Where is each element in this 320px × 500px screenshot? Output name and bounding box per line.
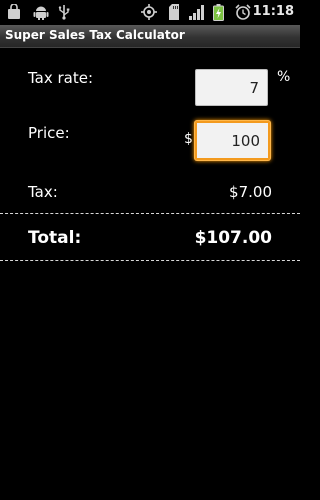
sd-card-icon	[168, 4, 180, 20]
signal-icon	[189, 4, 205, 20]
tax-rate-input[interactable]	[195, 69, 268, 106]
price-input[interactable]	[195, 121, 270, 160]
alarm-icon	[235, 4, 251, 20]
clock-time: 11:18	[252, 4, 294, 19]
app-title: Super Sales Tax Calculator	[5, 28, 185, 42]
bag-icon	[7, 3, 21, 20]
divider-top	[0, 213, 300, 214]
tax-label: Tax:	[28, 183, 58, 201]
status-bar: 11:18	[0, 0, 300, 25]
total-label: Total:	[28, 228, 82, 248]
divider-bottom	[0, 260, 300, 261]
usb-icon	[58, 4, 70, 20]
battery-charging-icon	[213, 4, 224, 21]
dollar-sign: $	[184, 131, 193, 147]
android-icon	[33, 4, 49, 20]
gps-icon	[141, 4, 157, 20]
tax-value: $7.00	[229, 183, 272, 201]
title-bar: Super Sales Tax Calculator	[0, 25, 300, 48]
price-label: Price:	[28, 124, 70, 142]
percent-sign: %	[277, 69, 291, 85]
tax-rate-label: Tax rate:	[28, 69, 94, 87]
total-value: $107.00	[194, 228, 272, 248]
